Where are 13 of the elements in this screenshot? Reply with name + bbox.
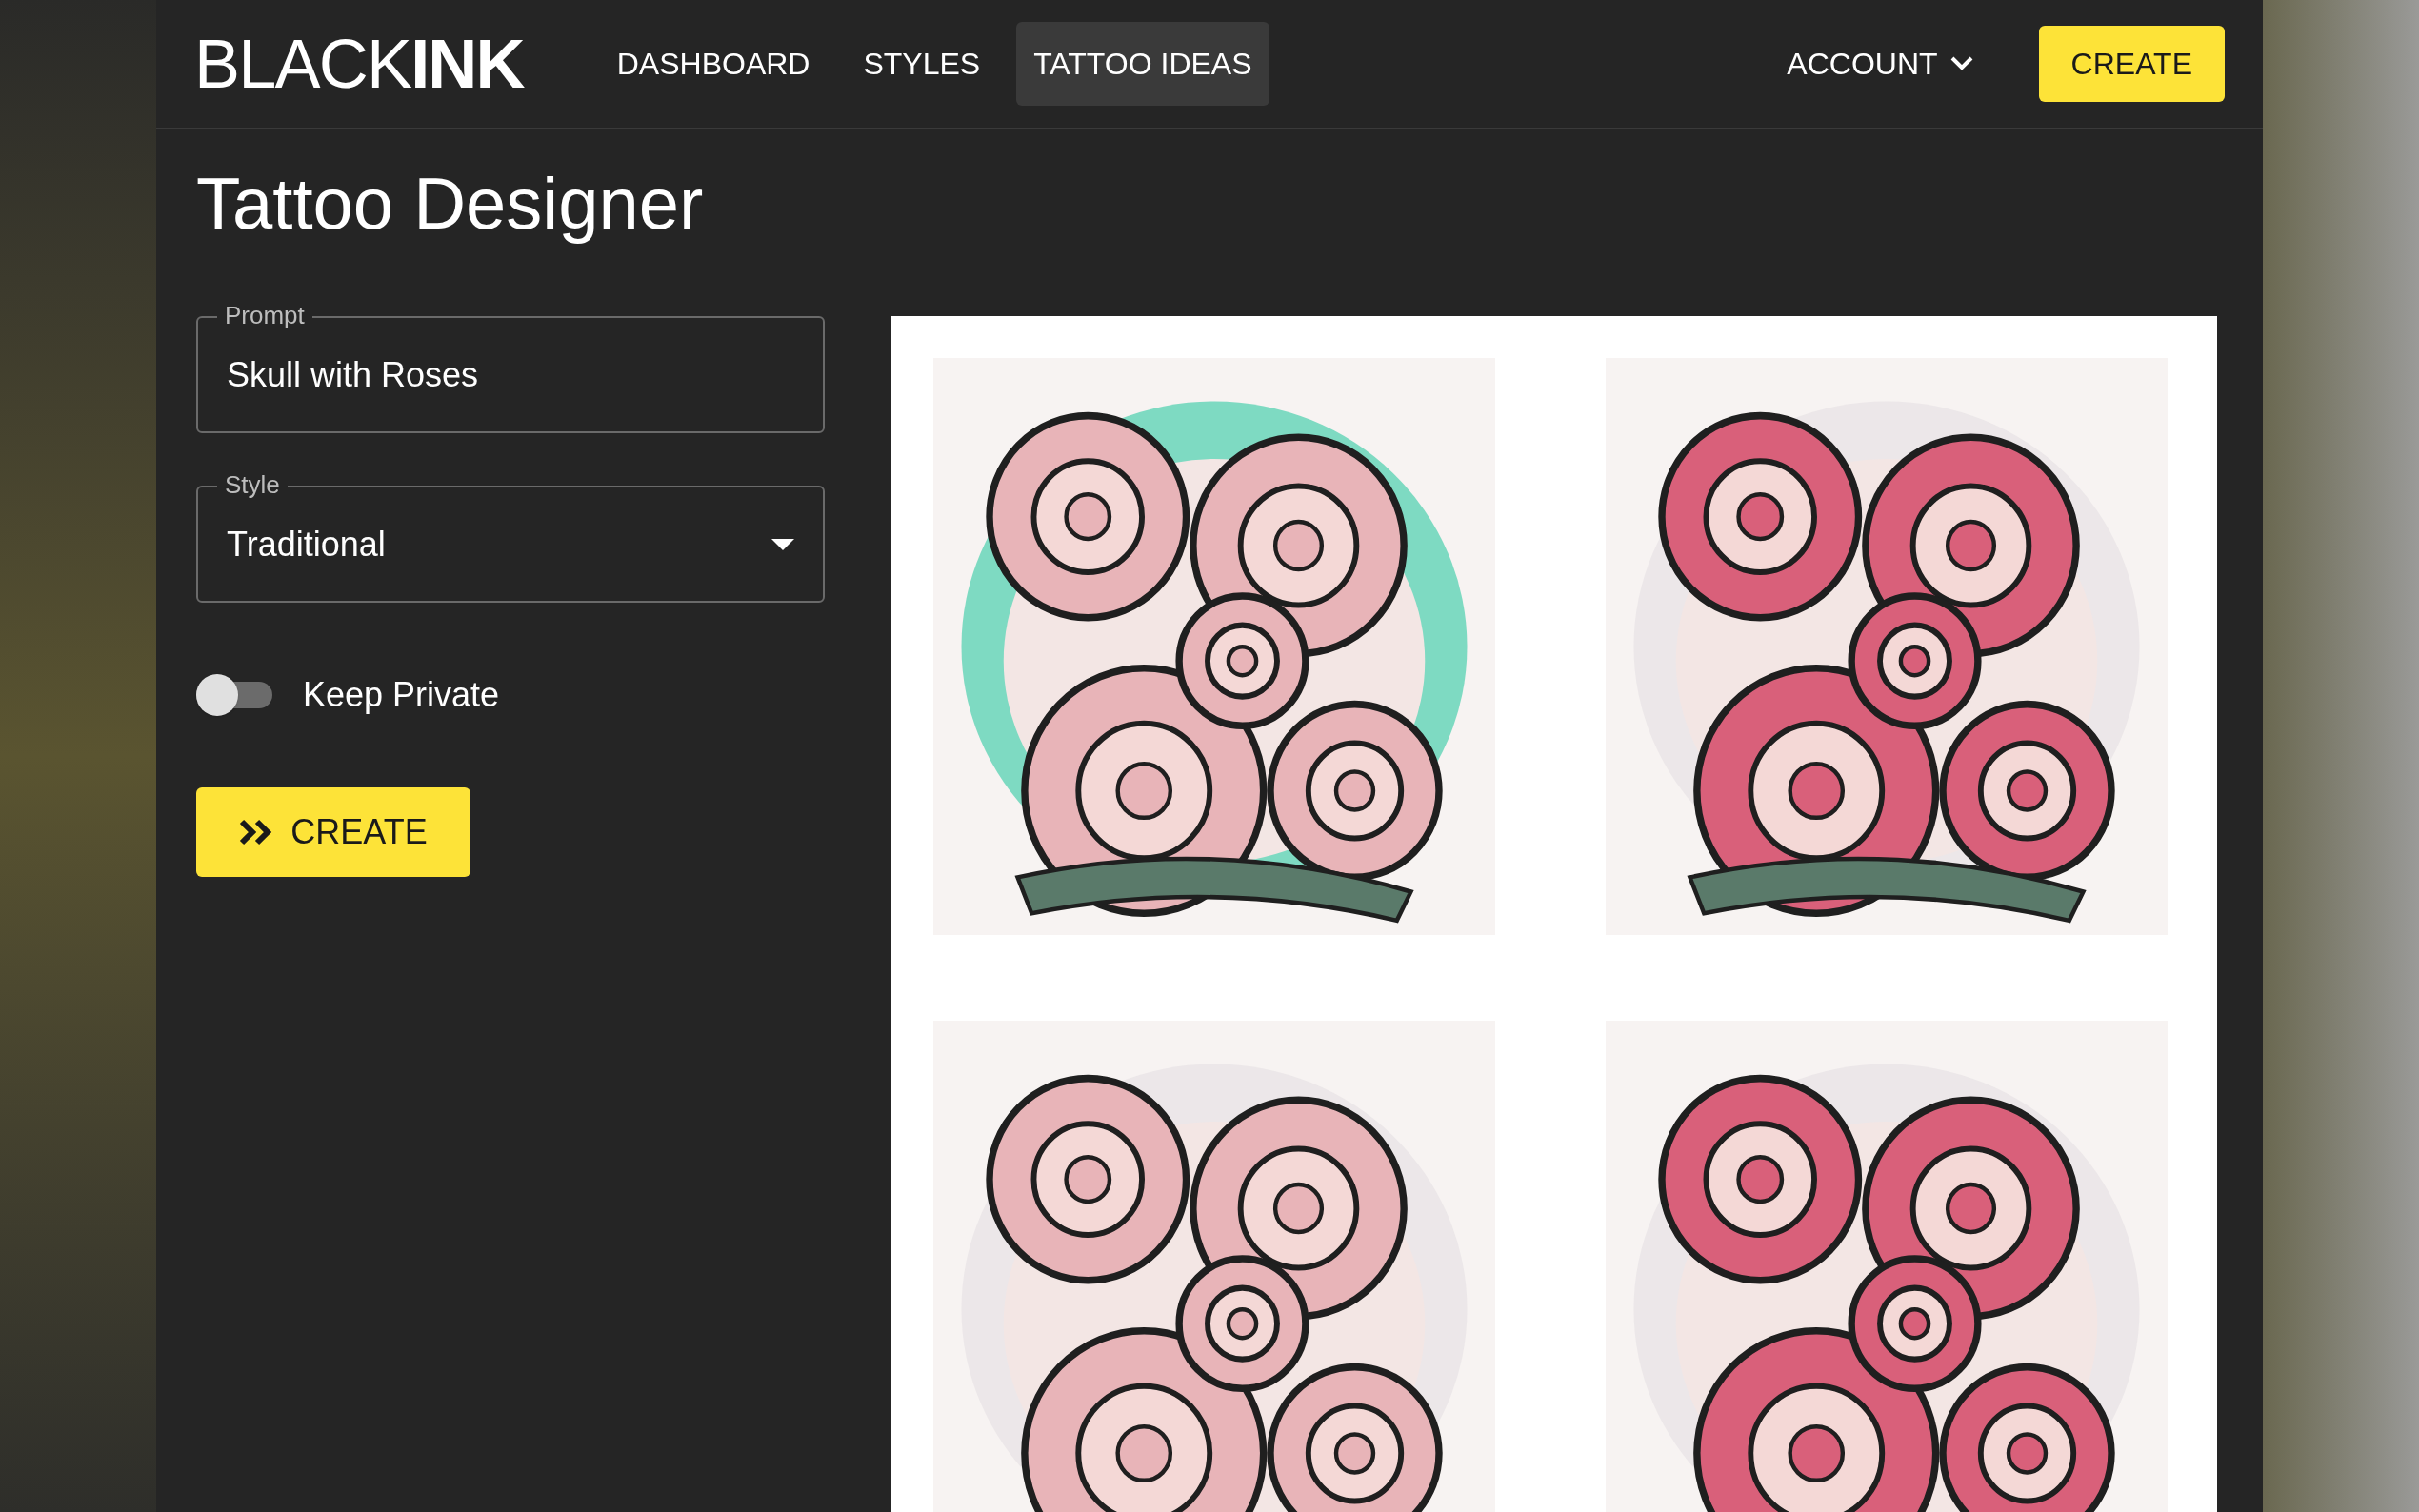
dropdown-caret-icon: [771, 538, 794, 550]
field-value: Traditional: [227, 523, 387, 566]
create-button[interactable]: CREATE: [2038, 26, 2225, 102]
chevron-down-icon: [1949, 55, 1974, 72]
double-chevron-right-icon: [239, 819, 274, 846]
logo[interactable]: BLACKINK: [194, 30, 524, 98]
nav-link[interactable]: DASHBOARD: [599, 22, 828, 106]
field-value: Skull with Roses: [227, 353, 479, 396]
toggle-label: Keep Private: [303, 674, 500, 716]
create-submit-button[interactable]: CREATE: [196, 787, 470, 877]
account-menu[interactable]: ACCOUNT: [1787, 41, 1974, 87]
nav-link[interactable]: STYLES: [846, 22, 998, 106]
nav-link[interactable]: TATTOO IDEAS: [1016, 22, 1269, 106]
